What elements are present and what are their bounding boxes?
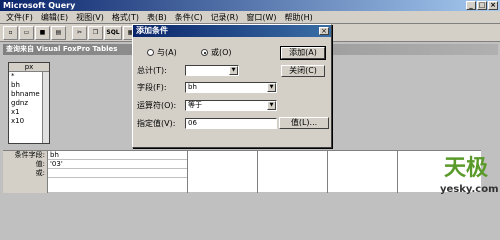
field-list-scrollbar[interactable] (42, 72, 49, 143)
criteria-row-labels: 条件字段: 值: 或: (3, 151, 47, 193)
criteria-column[interactable]: bh '03' (47, 151, 187, 193)
add-criteria-dialog: 添加条件 × 与(A) 或(O) 总计(T): ▼ 字段(F): bh ▼ 运算… (132, 24, 332, 148)
chevron-down-icon[interactable]: ▼ (229, 66, 238, 75)
app-title: Microsoft Query (3, 1, 76, 10)
menu-criteria[interactable]: 条件(C) (171, 12, 207, 23)
logo-url: yesky.com (440, 184, 499, 195)
total-row: 总计(T): ▼ (137, 65, 239, 76)
menu-edit[interactable]: 编辑(E) (37, 12, 72, 23)
criteria-value-label: 值: (35, 160, 45, 168)
close-icon[interactable]: × (488, 1, 498, 10)
copy-icon[interactable]: ❐ (88, 25, 103, 40)
radio-and-dot[interactable] (147, 49, 154, 56)
chevron-down-icon[interactable]: ▼ (267, 83, 276, 92)
field-row: 字段(F): bh ▼ (137, 82, 277, 93)
menu-view[interactable]: 视图(V) (72, 12, 108, 23)
field-combo[interactable]: bh ▼ (185, 82, 277, 93)
table-name: px (9, 63, 49, 72)
operator-value: 等于 (188, 101, 202, 109)
table-field-list: px * bh bhname gdnz x1 x10 (8, 62, 50, 144)
print-icon[interactable]: ▤ (51, 25, 66, 40)
menu-help[interactable]: 帮助(H) (281, 12, 317, 23)
value-input[interactable]: 06 (185, 118, 277, 129)
criteria-column[interactable] (327, 151, 397, 193)
radio-or-dot[interactable] (201, 49, 208, 56)
criteria-column[interactable] (187, 151, 257, 193)
criteria-field-label: 条件字段: (14, 151, 45, 159)
criteria-value-cell[interactable]: '03' (48, 160, 187, 169)
chevron-down-icon[interactable]: ▼ (267, 101, 276, 110)
cut-icon[interactable]: ✂ (72, 25, 87, 40)
criteria-field-cell[interactable]: bh (48, 151, 187, 160)
total-combo[interactable]: ▼ (185, 65, 239, 76)
operator-combo[interactable]: 等于 ▼ (185, 100, 277, 111)
close-button[interactable]: 关闭(C) (281, 65, 325, 77)
dialog-title: 添加条件 (136, 26, 168, 35)
maximize-icon[interactable]: □ (477, 1, 487, 10)
radio-and-label: 与(A) (157, 48, 177, 57)
logo-text: 天极 (444, 155, 489, 181)
total-label: 总计(T): (137, 66, 167, 75)
save-icon[interactable]: ■ (35, 25, 50, 40)
menu-file[interactable]: 文件(F) (2, 12, 37, 23)
dialog-titlebar: 添加条件 (133, 25, 331, 37)
radio-or[interactable]: 或(O) (201, 47, 232, 58)
menu-bar: 文件(F) 编辑(E) 视图(V) 格式(T) 表(B) 条件(C) 记录(R)… (0, 11, 500, 24)
criteria-column[interactable] (257, 151, 327, 193)
values-button[interactable]: 值(L)... (279, 117, 329, 129)
radio-or-label: 或(O) (211, 48, 232, 57)
criteria-grid: 条件字段: 值: 或: bh '03' (3, 150, 481, 193)
sql-icon[interactable]: SQL (104, 25, 122, 40)
criteria-or-label: 或: (35, 169, 45, 177)
field-label: 字段(F): (137, 83, 167, 92)
menu-window[interactable]: 窗口(W) (242, 12, 280, 23)
app-titlebar: Microsoft Query _ □ × (0, 0, 500, 11)
add-button[interactable]: 添加(A) (280, 46, 326, 60)
operator-label: 运算符(O): (137, 101, 177, 110)
radio-and[interactable]: 与(A) (147, 47, 177, 58)
value-label: 指定值(V): (137, 119, 176, 128)
open-icon[interactable]: ▭ (19, 25, 34, 40)
menu-table[interactable]: 表(B) (143, 12, 171, 23)
menu-format[interactable]: 格式(T) (108, 12, 143, 23)
yesky-logo: 天极 yesky.com (434, 150, 499, 198)
new-query-icon[interactable]: ▫ (3, 25, 18, 40)
query-window-title: 查询来自 Visual FoxPro Tables (6, 45, 118, 53)
field-value: bh (188, 83, 197, 91)
menu-records[interactable]: 记录(R) (207, 12, 243, 23)
criteria-or-cell[interactable] (48, 169, 187, 178)
value-row: 指定值(V): 06 (137, 118, 277, 129)
operator-row: 运算符(O): 等于 ▼ (137, 100, 277, 111)
minimize-icon[interactable]: _ (466, 1, 476, 10)
window-controls: _ □ × (466, 1, 498, 10)
dialog-close-icon[interactable]: × (319, 27, 329, 35)
